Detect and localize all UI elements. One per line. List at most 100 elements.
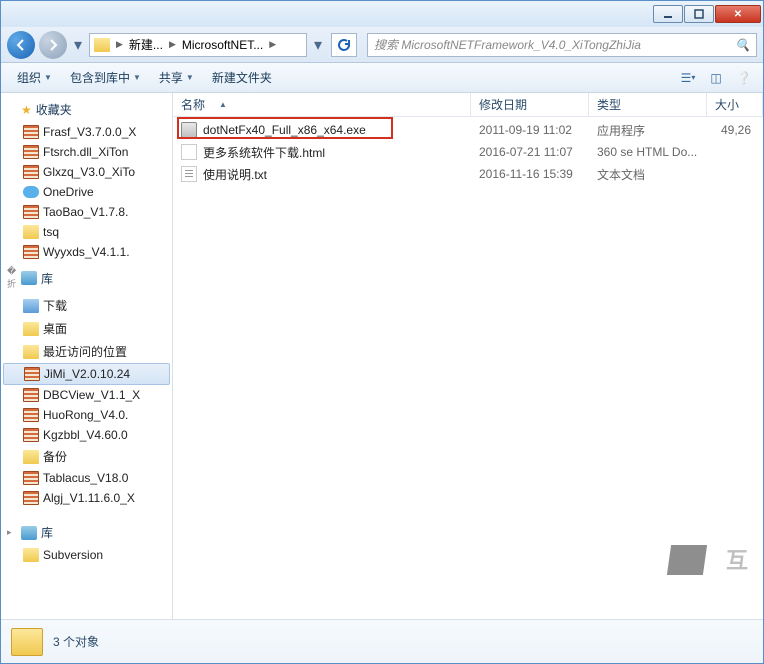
- sidebar-item-label: Wyyxds_V4.1.1.: [43, 245, 130, 259]
- archive-icon: [23, 165, 39, 179]
- share-button[interactable]: 共享▼: [151, 66, 202, 89]
- sidebar-item[interactable]: Glxzq_V3.0_XiTo: [1, 162, 172, 182]
- file-name: dotNetFx40_Full_x86_x64.exe: [203, 123, 366, 137]
- folder-icon: [94, 38, 110, 52]
- sidebar-item[interactable]: tsq: [1, 222, 172, 242]
- sidebar-item-label: Ftsrch.dll_XiTon: [43, 145, 128, 159]
- sidebar-item-label: Kgzbbl_V4.60.0: [43, 428, 128, 442]
- library-icon: [21, 271, 37, 285]
- sidebar-item[interactable]: TaoBao_V1.7.8.: [1, 202, 172, 222]
- sidebar-item-label: Frasf_V3.7.0.0_X: [43, 125, 136, 139]
- sidebar-item-label: tsq: [43, 225, 59, 239]
- include-library-button[interactable]: 包含到库中▼: [62, 66, 149, 89]
- sidebar-item[interactable]: 最近访问的位置: [1, 340, 172, 363]
- sidebar-group-header[interactable]: ▸库: [1, 520, 172, 545]
- sidebar-item-label: Algj_V1.11.6.0_X: [43, 491, 135, 505]
- breadcrumb-item[interactable]: 新建...: [125, 34, 167, 56]
- col-name-header[interactable]: 名称▲: [173, 93, 471, 116]
- search-icon: 🔍: [735, 38, 750, 52]
- blue-icon: [23, 299, 39, 313]
- html-file-icon: [181, 144, 197, 160]
- statusbar: 3 个对象: [1, 619, 763, 663]
- breadcrumb-item[interactable]: MicrosoftNET...: [178, 34, 267, 56]
- help-button[interactable]: ❔: [733, 67, 755, 89]
- sidebar-item[interactable]: JiMi_V2.0.10.24: [3, 363, 170, 385]
- forward-button[interactable]: [39, 31, 67, 59]
- folder-icon: [23, 322, 39, 336]
- sidebar-item[interactable]: Ftsrch.dll_XiTon: [1, 142, 172, 162]
- history-dropdown[interactable]: ▾: [71, 35, 85, 55]
- search-input[interactable]: 搜索 MicrosoftNETFramework_V4.0_XiTongZhiJ…: [367, 33, 757, 57]
- toolbar: 组织▼ 包含到库中▼ 共享▼ 新建文件夹 ☰▾ ◫ ❔: [1, 63, 763, 93]
- view-options-button[interactable]: ☰▾: [677, 67, 699, 89]
- sidebar-item[interactable]: Kgzbbl_V4.60.0: [1, 425, 172, 445]
- file-type: 文本文档: [589, 166, 707, 183]
- col-size-header[interactable]: 大小: [707, 93, 763, 116]
- cloud-icon: [23, 186, 39, 198]
- file-row[interactable]: dotNetFx40_Full_x86_x64.exe 2011-09-19 1…: [173, 119, 763, 141]
- sidebar-item[interactable]: 桌面: [1, 317, 172, 340]
- archive-icon: [23, 125, 39, 139]
- refresh-button[interactable]: [331, 33, 357, 57]
- file-row[interactable]: 更多系统软件下载.html 2016-07-21 11:07 360 se HT…: [173, 141, 763, 163]
- sidebar-item[interactable]: OneDrive: [1, 182, 172, 202]
- archive-icon: [23, 491, 39, 505]
- sidebar-item-label: HuoRong_V4.0.: [43, 408, 128, 422]
- sidebar-item-label: Glxzq_V3.0_XiTo: [43, 165, 135, 179]
- sidebar-item-label: 桌面: [43, 320, 67, 337]
- file-date: 2016-11-16 15:39: [471, 167, 589, 181]
- archive-icon: [23, 205, 39, 219]
- sidebar-item-label: JiMi_V2.0.10.24: [44, 367, 130, 381]
- sort-indicator-icon: ▲: [219, 100, 227, 109]
- sidebar-item-label: Subversion: [43, 548, 103, 562]
- folder-icon: [23, 548, 39, 562]
- file-row[interactable]: 使用说明.txt 2016-11-16 15:39 文本文档: [173, 163, 763, 185]
- watermark-text: 互: [726, 543, 749, 575]
- file-date: 2011-09-19 11:02: [471, 123, 589, 137]
- folder-icon: [23, 225, 39, 239]
- file-type: 360 se HTML Do...: [589, 145, 707, 159]
- status-count: 3 个对象: [53, 633, 99, 650]
- preview-pane-button[interactable]: ◫: [705, 67, 727, 89]
- star-icon: ★: [21, 103, 32, 117]
- file-size: 49,26: [707, 123, 763, 137]
- minimize-button[interactable]: [653, 5, 683, 23]
- txt-file-icon: [181, 166, 197, 182]
- sidebar-group-header[interactable]: ★收藏夹: [1, 97, 172, 122]
- watermark-shape: [667, 545, 707, 575]
- sidebar-item[interactable]: 下载: [1, 294, 172, 317]
- organize-button[interactable]: 组织▼: [9, 66, 60, 89]
- file-date: 2016-07-21 11:07: [471, 145, 589, 159]
- sidebar-item[interactable]: Frasf_V3.7.0.0_X: [1, 122, 172, 142]
- sidebar-item-label: DBCView_V1.1_X: [43, 388, 140, 402]
- sidebar-item[interactable]: Wyyxds_V4.1.1.: [1, 242, 172, 262]
- sidebar-item[interactable]: DBCView_V1.1_X: [1, 385, 172, 405]
- col-date-header[interactable]: 修改日期: [471, 93, 589, 116]
- sidebar-item-label: TaoBao_V1.7.8.: [43, 205, 128, 219]
- sidebar-item[interactable]: 备份: [1, 445, 172, 468]
- maximize-button[interactable]: [684, 5, 714, 23]
- navbar: ▾ ▶ 新建... ▶ MicrosoftNET... ▶ ▾ 搜索 Micro…: [1, 27, 763, 63]
- sidebar: ★收藏夹 Frasf_V3.7.0.0_X Ftsrch.dll_XiTon Glxz…: [1, 93, 173, 619]
- close-button[interactable]: ✕: [715, 5, 761, 23]
- col-type-header[interactable]: 类型: [589, 93, 707, 116]
- new-folder-button[interactable]: 新建文件夹: [204, 66, 280, 89]
- back-button[interactable]: [7, 31, 35, 59]
- sidebar-item[interactable]: Subversion: [1, 545, 172, 565]
- library-icon: [21, 526, 37, 540]
- sidebar-item-label: 最近访问的位置: [43, 343, 127, 360]
- addr-dropdown[interactable]: ▾: [311, 35, 325, 55]
- archive-icon: [23, 408, 39, 422]
- file-name: 使用说明.txt: [203, 166, 267, 183]
- archive-icon: [24, 367, 40, 381]
- folder-icon: [23, 345, 39, 359]
- archive-icon: [23, 245, 39, 259]
- sidebar-item-label: 备份: [43, 448, 67, 465]
- exe-file-icon: [181, 122, 197, 138]
- sidebar-item[interactable]: Tablacus_V18.0: [1, 468, 172, 488]
- sidebar-group-header[interactable]: �折库: [1, 262, 172, 294]
- archive-icon: [23, 428, 39, 442]
- sidebar-item[interactable]: HuoRong_V4.0.: [1, 405, 172, 425]
- sidebar-item[interactable]: Algj_V1.11.6.0_X: [1, 488, 172, 508]
- address-bar[interactable]: ▶ 新建... ▶ MicrosoftNET... ▶: [89, 33, 307, 57]
